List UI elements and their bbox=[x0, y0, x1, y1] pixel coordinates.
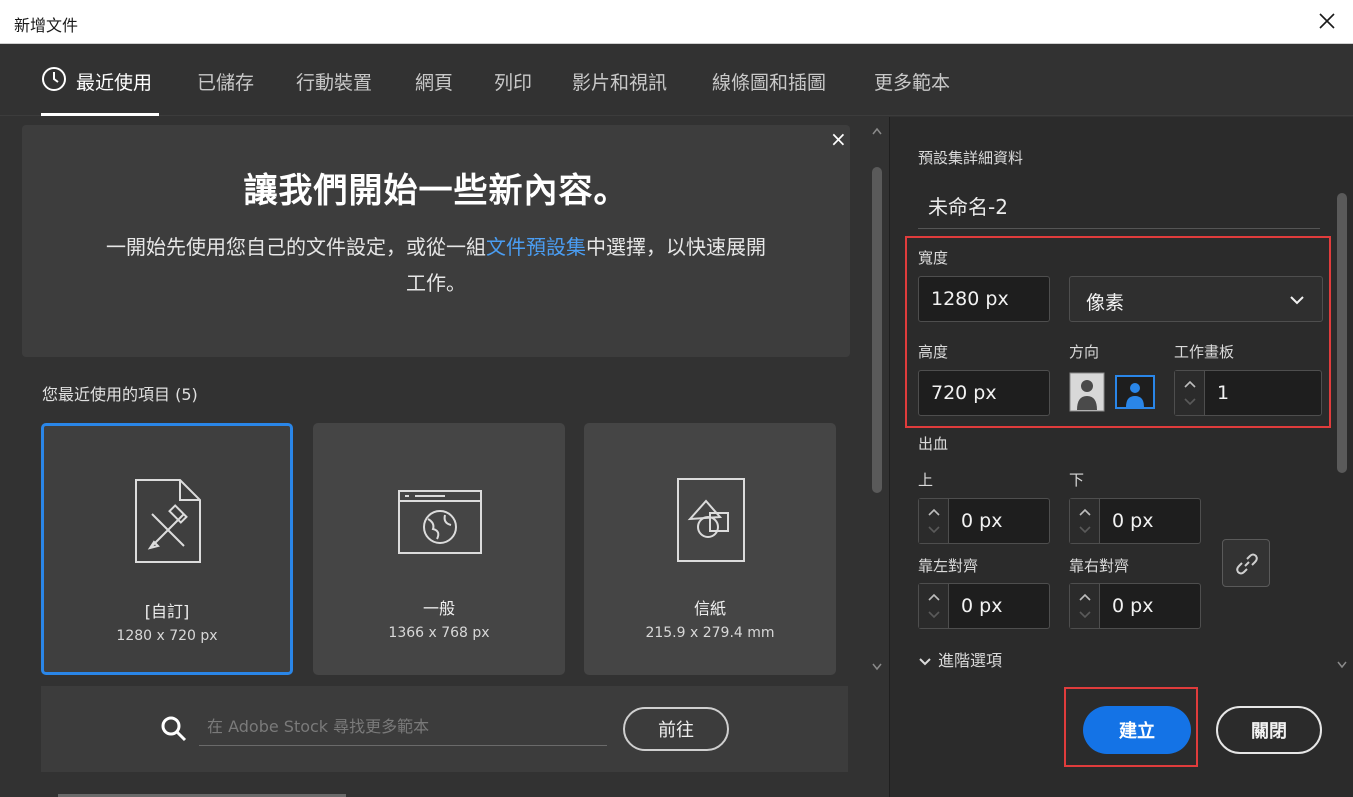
recent-item-custom[interactable]: [自訂] 1280 x 720 px bbox=[41, 423, 293, 675]
print-shapes-icon bbox=[677, 478, 745, 562]
window-close-icon[interactable] bbox=[1315, 9, 1339, 33]
tab-film-video[interactable]: 影片和視訊 bbox=[572, 68, 667, 95]
stepper-up-icon[interactable] bbox=[1078, 507, 1092, 517]
advanced-options-toggle[interactable]: 進階選項 bbox=[918, 647, 1002, 671]
right-scrollbar-thumb[interactable] bbox=[1337, 193, 1347, 473]
left-scrollbar[interactable] bbox=[869, 123, 885, 677]
recent-item-letter[interactable]: 信紙 215.9 x 279.4 mm bbox=[584, 423, 836, 675]
stepper-buttons[interactable] bbox=[1070, 499, 1100, 543]
stepper-down-icon[interactable] bbox=[1078, 610, 1092, 620]
window-title: 新增文件 bbox=[14, 16, 79, 35]
recent-items-label: 您最近使用的項目 (5) bbox=[42, 385, 198, 404]
document-presets-link[interactable]: 文件預設集 bbox=[486, 235, 586, 259]
welcome-banner: × 讓我們開始一些新內容。 一開始先使用您自己的文件設定，或從一組文件預設集中選… bbox=[22, 125, 850, 357]
artboards-value: 1 bbox=[1217, 382, 1230, 404]
create-button[interactable]: 建立 bbox=[1083, 706, 1191, 754]
stepper-buttons[interactable] bbox=[919, 584, 949, 628]
left-scrollbar-thumb[interactable] bbox=[872, 167, 882, 493]
stock-search-input[interactable] bbox=[199, 708, 607, 746]
landscape-orientation-icon[interactable] bbox=[1115, 372, 1155, 412]
width-input[interactable]: 1280 px bbox=[918, 276, 1050, 322]
bleed-top-label: 上 bbox=[918, 471, 934, 489]
stepper-buttons[interactable] bbox=[919, 499, 949, 543]
stepper-buttons[interactable] bbox=[1070, 584, 1100, 628]
unit-select-value: 像素 bbox=[1086, 292, 1125, 314]
scroll-down-icon[interactable] bbox=[872, 663, 882, 671]
chain-link-icon bbox=[1236, 553, 1258, 575]
bleed-top-value: 0 px bbox=[961, 510, 1003, 532]
width-label: 寬度 bbox=[918, 249, 949, 267]
bleed-bottom-value: 0 px bbox=[1112, 510, 1154, 532]
custom-document-icon bbox=[135, 479, 201, 563]
banner-desc-text: 一開始先使用您自己的文件設定，或從一組 bbox=[106, 235, 486, 259]
tab-print[interactable]: 列印 bbox=[494, 68, 532, 95]
bleed-right-stepper[interactable]: 0 px bbox=[1069, 583, 1201, 629]
stepper-up-icon[interactable] bbox=[927, 507, 941, 517]
portrait-orientation-icon[interactable] bbox=[1069, 372, 1105, 412]
bleed-label: 出血 bbox=[918, 435, 949, 453]
tab-web[interactable]: 網頁 bbox=[415, 68, 453, 95]
clock-icon bbox=[42, 67, 66, 91]
banner-description: 一開始先使用您自己的文件設定，或從一組文件預設集中選擇，以快速展開工作。 bbox=[106, 229, 766, 301]
chevron-down-icon bbox=[1290, 296, 1304, 305]
orientation-label: 方向 bbox=[1069, 343, 1100, 361]
preset-details-panel: 預設集詳細資料 未命名-2 寬度 1280 px 像素 高度 720 px 方向… bbox=[889, 117, 1353, 797]
height-label: 高度 bbox=[918, 343, 949, 361]
stepper-down-icon[interactable] bbox=[1078, 525, 1092, 535]
stepper-down-icon[interactable] bbox=[1183, 397, 1197, 407]
advanced-options-label: 進階選項 bbox=[938, 651, 1003, 670]
card-name: 信紙 bbox=[693, 599, 726, 618]
tab-more-templates[interactable]: 更多範本 bbox=[874, 68, 950, 95]
tab-saved[interactable]: 已儲存 bbox=[197, 68, 254, 95]
right-scrollbar[interactable] bbox=[1334, 181, 1350, 677]
card-name: [自訂] bbox=[144, 602, 190, 621]
bleed-bottom-stepper[interactable]: 0 px bbox=[1069, 498, 1201, 544]
chevron-down-icon bbox=[919, 657, 931, 665]
artboards-stepper[interactable]: 1 bbox=[1174, 370, 1322, 416]
document-name-field[interactable]: 未命名-2 bbox=[918, 177, 1320, 229]
preset-details-label: 預設集詳細資料 bbox=[918, 149, 1024, 167]
go-button[interactable]: 前往 bbox=[623, 707, 729, 751]
banner-close-button[interactable]: × bbox=[830, 127, 847, 151]
tab-mobile[interactable]: 行動裝置 bbox=[296, 68, 372, 95]
stepper-up-icon[interactable] bbox=[1078, 592, 1092, 602]
bleed-top-stepper[interactable]: 0 px bbox=[918, 498, 1050, 544]
bleed-left-label: 靠左對齊 bbox=[918, 557, 979, 575]
bleed-right-value: 0 px bbox=[1112, 595, 1154, 617]
bleed-left-value: 0 px bbox=[961, 595, 1003, 617]
artboards-label: 工作畫板 bbox=[1174, 343, 1235, 361]
stepper-down-icon[interactable] bbox=[927, 610, 941, 620]
card-name: 一般 bbox=[422, 599, 455, 618]
stepper-up-icon[interactable] bbox=[927, 592, 941, 602]
tab-art-illustration[interactable]: 線條圖和插圖 bbox=[712, 68, 826, 95]
bleed-bottom-label: 下 bbox=[1069, 471, 1085, 489]
card-size: 215.9 x 279.4 mm bbox=[645, 625, 775, 641]
bleed-left-stepper[interactable]: 0 px bbox=[918, 583, 1050, 629]
card-size: 1280 x 720 px bbox=[116, 628, 218, 644]
search-icon bbox=[161, 716, 187, 742]
recent-item-default[interactable]: 一般 1366 x 768 px bbox=[313, 423, 565, 675]
active-tab-indicator bbox=[41, 113, 159, 116]
title-bar: 新增文件 bbox=[0, 0, 1353, 44]
close-button[interactable]: 關閉 bbox=[1216, 706, 1322, 754]
scroll-down-icon[interactable] bbox=[1337, 661, 1347, 669]
stepper-buttons[interactable] bbox=[1175, 371, 1205, 415]
stepper-down-icon[interactable] bbox=[927, 525, 941, 535]
bleed-right-label: 靠右對齊 bbox=[1069, 557, 1130, 575]
link-bleed-button[interactable] bbox=[1222, 539, 1270, 587]
category-tabs: 最近使用 已儲存 行動裝置 網頁 列印 影片和視訊 線條圖和插圖 更多範本 bbox=[0, 44, 1353, 116]
unit-select[interactable]: 像素 bbox=[1069, 276, 1323, 322]
browser-globe-icon bbox=[398, 490, 482, 554]
height-input[interactable]: 720 px bbox=[918, 370, 1050, 416]
stepper-up-icon[interactable] bbox=[1183, 379, 1197, 389]
tab-recent[interactable]: 最近使用 bbox=[76, 68, 152, 95]
stock-search-bar: 前往 bbox=[41, 686, 848, 772]
scroll-up-icon[interactable] bbox=[872, 127, 882, 135]
left-pane: × 讓我們開始一些新內容。 一開始先使用您自己的文件設定，或從一組文件預設集中選… bbox=[0, 117, 888, 797]
banner-title: 讓我們開始一些新內容。 bbox=[243, 171, 629, 211]
card-size: 1366 x 768 px bbox=[388, 625, 490, 641]
